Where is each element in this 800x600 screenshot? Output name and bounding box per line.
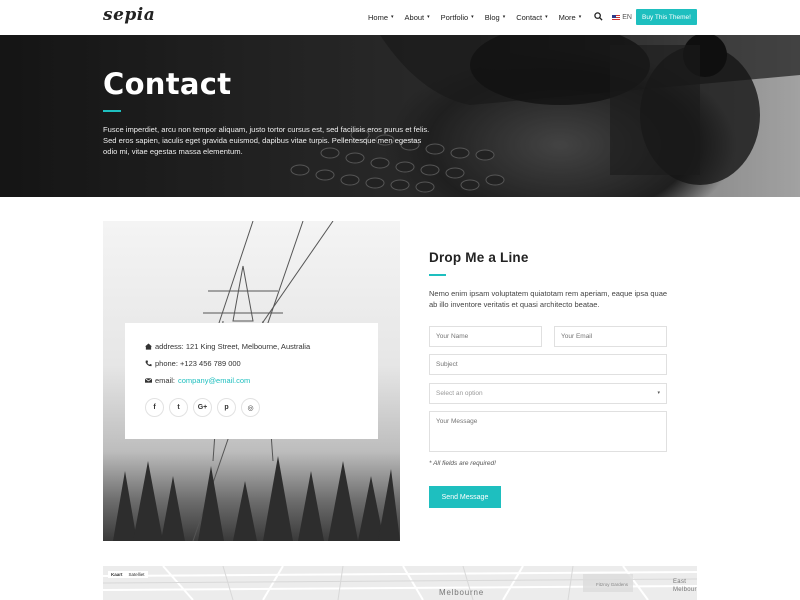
social-links: f t G+ p ◎: [145, 398, 265, 417]
nav-item-contact[interactable]: Contact ▾: [516, 13, 547, 22]
nav-label: Home: [368, 12, 389, 22]
nav-label: More: [558, 12, 576, 22]
uk-flag-icon: [612, 14, 621, 20]
phone-row: phone: +123 456 789 000: [145, 359, 241, 368]
buy-theme-button[interactable]: Buy This Theme!: [636, 9, 697, 25]
address-value: 121 King Street, Melbourne, Australia: [185, 342, 311, 351]
typewriter-image: [0, 35, 800, 197]
facebook-icon[interactable]: f: [145, 398, 164, 417]
chevron-down-icon: ▾: [545, 14, 548, 20]
phone-label: phone:: [155, 359, 178, 368]
page-title: Contact: [103, 67, 232, 101]
email-row: email: company@email.com: [145, 376, 250, 385]
contact-info-card: address: 121 King Street, Melbourne, Aus…: [125, 323, 378, 439]
send-message-button[interactable]: Send Message: [429, 486, 501, 508]
map-city-label: Melbourne: [439, 588, 485, 597]
email-link[interactable]: company@email.com: [178, 376, 250, 385]
chevron-down-icon: ▾: [427, 14, 430, 20]
map-area-label: Fitzroy Gardens: [596, 582, 629, 587]
chevron-down-icon: ▾: [391, 14, 394, 20]
search-icon[interactable]: [594, 12, 604, 22]
home-icon: [145, 343, 152, 350]
chevron-down-icon: ▾: [657, 390, 660, 396]
twitter-icon[interactable]: t: [169, 398, 188, 417]
phone-icon: [145, 360, 152, 367]
name-input[interactable]: [429, 326, 542, 347]
address-row: address: 121 King Street, Melbourne, Aus…: [145, 342, 310, 351]
top-navbar: sepia Home ▾ About ▾ Portfolio ▾ Blog ▾ Cont…: [0, 0, 800, 35]
chevron-down-icon: ▾: [471, 14, 474, 20]
phone-value: +123 456 789 000: [180, 359, 241, 368]
nav-item-blog[interactable]: Blog ▾: [485, 13, 506, 22]
address-label: address:: [155, 342, 184, 351]
nav-item-about[interactable]: About ▾: [405, 13, 430, 22]
nav-label: Blog: [484, 12, 500, 22]
email-label: email:: [155, 376, 176, 385]
language-switcher[interactable]: EN: [612, 14, 632, 21]
nav-label: Contact: [516, 12, 543, 22]
pinterest-icon[interactable]: p: [217, 398, 236, 417]
main-nav: Home ▾ About ▾ Portfolio ▾ Blog ▾ Contact ▾ M…: [368, 12, 645, 22]
language-label: EN: [622, 13, 632, 21]
chevron-down-icon: ▾: [578, 14, 582, 20]
title-underline: [103, 110, 121, 112]
envelope-icon: [145, 377, 152, 384]
map-type-tabs: Kaart Satelliet: [108, 571, 148, 578]
message-textarea[interactable]: [429, 411, 667, 452]
required-note: * All fields are required!: [429, 460, 496, 467]
form-title: Drop Me a Line: [429, 250, 529, 265]
location-map[interactable]: Kaart Satelliet Melbourne Fitzroy Garden…: [103, 566, 697, 600]
nav-label: About: [404, 12, 425, 22]
google-plus-icon[interactable]: G+: [193, 398, 212, 417]
email-input[interactable]: [554, 326, 667, 347]
map-east-label: East Melbourne: [673, 579, 697, 593]
nav-item-home[interactable]: Home ▾: [368, 13, 394, 22]
nav-item-portfolio[interactable]: Portfolio ▾: [441, 13, 474, 22]
select-value: Select an option: [436, 390, 483, 397]
tab-satellite[interactable]: Satelliet: [126, 571, 148, 578]
form-intro: Nemo enim ipsam voluptatem quiatotam rem…: [429, 289, 668, 309]
subject-input[interactable]: [429, 354, 667, 375]
chevron-down-icon: ▾: [502, 14, 506, 20]
hero-description: Fusce imperdiet, arcu non tempor aliquam…: [103, 125, 430, 156]
nav-label: Portfolio: [440, 12, 469, 22]
form-title-underline: [429, 274, 446, 276]
page-hero: Contact Fusce imperdiet, arcu non tempor…: [0, 35, 800, 197]
nav-item-more[interactable]: More ▾: [559, 13, 582, 22]
dribbble-icon[interactable]: ◎: [241, 398, 260, 417]
option-select[interactable]: Select an option ▾: [429, 383, 667, 404]
site-logo[interactable]: sepia: [103, 5, 155, 25]
tab-map[interactable]: Kaart: [108, 571, 126, 578]
